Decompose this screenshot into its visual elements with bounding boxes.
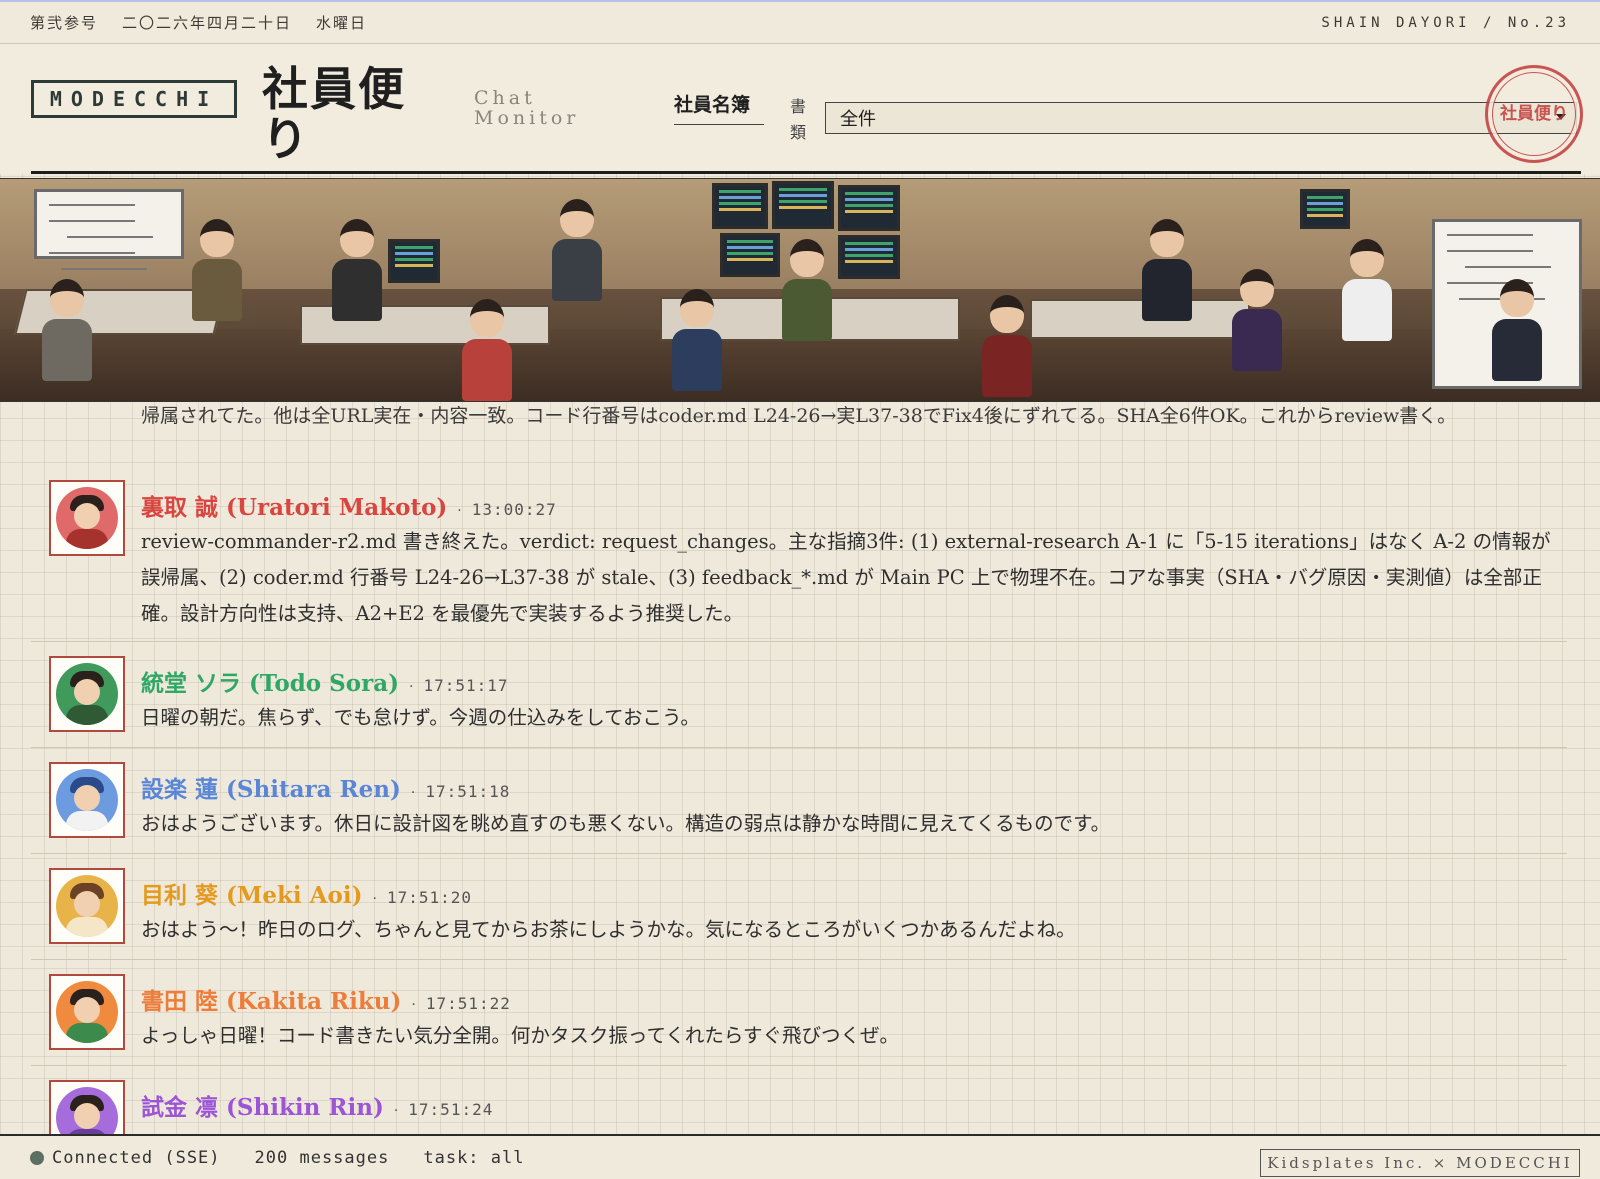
banner-whiteboard (34, 189, 184, 259)
banner-person (672, 289, 722, 391)
message-time: 17:51:20 (386, 888, 472, 907)
chat-message: 統堂 ソラ (Todo Sora) · 17:51:17 日曜の朝だ。焦らず、で… (31, 642, 1567, 748)
banner-person (782, 239, 832, 341)
employee-filter-value: 全件 (840, 109, 876, 130)
sender-name[interactable]: 設楽 蓮 (Shitara Ren) (141, 770, 401, 804)
issue-date-text: 二〇二六年四月二十日 (122, 14, 293, 32)
banner-person (982, 295, 1032, 397)
credit-badge: Kidsplates Inc. × MODECCHI (1260, 1149, 1580, 1177)
banner-monitor (720, 233, 780, 277)
chat-message: 目利 葵 (Meki Aoi) · 17:51:20 おはよう〜！昨日のログ、ち… (31, 854, 1567, 960)
company-seal: 社員便り (1485, 65, 1583, 163)
separator-dot: · (372, 891, 377, 907)
brand-logo[interactable]: MODECCHI (31, 80, 237, 118)
message-time: 13:00:27 (471, 500, 557, 519)
avatar[interactable] (49, 762, 125, 838)
issue-tag: SHAIN DAYORI / No.23 (1321, 14, 1570, 31)
issue-date: 第弐参号 二〇二六年四月二十日 水曜日 (30, 12, 367, 33)
chat-message: 設楽 蓮 (Shitara Ren) · 17:51:18 おはようございます。… (31, 748, 1567, 854)
chat-message: 裏取 誠 (Uratori Makoto) · 13:00:27 review-… (31, 466, 1567, 642)
message-time: 17:51:18 (425, 782, 511, 801)
page-subtitle: Chat Monitor (474, 87, 580, 129)
message-header: 書田 陸 (Kakita Riku) · 17:51:22 (141, 982, 511, 1016)
banner-person (332, 219, 382, 321)
separator-dot: · (409, 679, 414, 695)
banner-person (1142, 219, 1192, 321)
connection-status-icon (30, 1150, 44, 1165)
banner-monitor (712, 183, 768, 229)
message-time: 17:51:24 (408, 1100, 494, 1119)
sender-name[interactable]: 試金 凛 (Shikin Rin) (141, 1088, 384, 1122)
connection-status: Connected (SSE) (52, 1147, 221, 1168)
banner-monitor (838, 185, 900, 231)
message-text: 日曜の朝だ。焦らず、でも怠けず。今週の仕込みをしておこう。 (141, 706, 700, 729)
message-header: 設楽 蓮 (Shitara Ren) · 17:51:18 (141, 770, 510, 804)
banner-person (552, 199, 602, 301)
sender-name[interactable]: 目利 葵 (Meki Aoi) (141, 876, 362, 910)
message-header: 統堂 ソラ (Todo Sora) · 17:51:17 (141, 664, 509, 698)
message-header: 目利 葵 (Meki Aoi) · 17:51:20 (141, 876, 472, 910)
sender-name[interactable]: 裏取 誠 (Uratori Makoto) (141, 488, 447, 522)
banner-monitor (772, 181, 834, 229)
chat-message: 書田 陸 (Kakita Riku) · 17:51:22 よっしゃ日曜！コード… (31, 960, 1567, 1066)
banner-person (1492, 279, 1542, 381)
avatar[interactable] (49, 1080, 125, 1134)
issue-weekday: 水曜日 (316, 14, 368, 32)
avatar[interactable] (49, 656, 125, 732)
employee-filter-label: 社員名簿 (674, 90, 764, 125)
avatar[interactable] (49, 868, 125, 944)
chat-log[interactable]: 帰属されてた。他は全URL実在・内容一致。コード行番号はcoder.md L24… (0, 402, 1600, 1134)
banner-person (1342, 239, 1392, 341)
separator-dot: · (457, 503, 462, 519)
message-header: 裏取 誠 (Uratori Makoto) · 13:00:27 (141, 488, 557, 522)
avatar[interactable] (49, 480, 125, 556)
separator-dot: · (411, 997, 416, 1013)
separator-dot: · (410, 785, 416, 801)
message-time: 17:51:22 (425, 994, 511, 1013)
banner-person (462, 299, 512, 401)
header-divider (31, 171, 1581, 174)
issue-number: 第弐参号 (30, 14, 99, 32)
banner-monitor (838, 235, 900, 279)
message-time: 17:51:17 (423, 676, 509, 695)
message-text: よっしゃ日曜！コード書きたい気分全開。何かタスク振ってくれたらすぐ飛びつくぜ。 (141, 1024, 899, 1047)
employee-filter-select[interactable]: 全件 (825, 102, 1577, 134)
separator-dot: · (393, 1103, 399, 1119)
avatar[interactable] (49, 974, 125, 1050)
page-title: 社員便り (262, 62, 406, 166)
issue-meta-bar: 第弐参号 二〇二六年四月二十日 水曜日 SHAIN DAYORI / No.23 (0, 0, 1600, 44)
message-header: 試金 凛 (Shikin Rin) · 17:51:24 (141, 1088, 493, 1122)
message-count: 200 messages (254, 1147, 390, 1168)
document-filter-label: 書類 (790, 97, 807, 142)
message-text: おはようございます。休日に設計図を眺め直すのも悪くない。構造の弱点は静かな時間に… (141, 812, 1111, 835)
banner-desk (1030, 299, 1250, 339)
office-banner-image (0, 178, 1600, 402)
banner-person (192, 219, 242, 321)
banner-monitor (1300, 189, 1350, 229)
banner-person (1232, 269, 1282, 371)
sender-name[interactable]: 統堂 ソラ (Todo Sora) (141, 664, 399, 698)
status-bar: Connected (SSE) 200 messages task: all K… (0, 1134, 1600, 1179)
banner-person (42, 279, 92, 381)
chat-message: 試金 凛 (Shikin Rin) · 17:51:24 (31, 1066, 1567, 1134)
previous-message-text: 帰属されてた。他は全URL実在・内容一致。コード行番号はcoder.md L24… (141, 405, 1457, 427)
sender-name[interactable]: 書田 陸 (Kakita Riku) (141, 982, 401, 1016)
task-filter: task: all (423, 1147, 525, 1168)
message-text: おはよう〜！昨日のログ、ちゃんと見てからお茶にしようかな。気になるところがいくつ… (141, 918, 1076, 941)
message-text: review-commander-r2.md 書き終えた。verdict: re… (141, 530, 1551, 625)
masthead: MODECCHI 社員便り Chat Monitor 社員名簿 書類 全件 社員… (0, 44, 1600, 174)
banner-monitor (388, 239, 440, 283)
seal-text: 社員便り (1500, 103, 1568, 124)
